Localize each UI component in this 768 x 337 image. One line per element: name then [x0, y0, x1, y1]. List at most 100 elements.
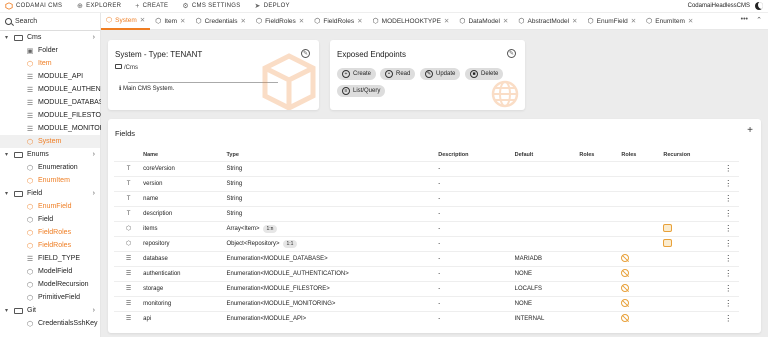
recursion-icon[interactable] — [663, 238, 673, 247]
chevron-right-icon[interactable]: › — [93, 190, 95, 197]
more-icon[interactable]: ••• — [741, 16, 748, 23]
row-menu-icon[interactable]: ⋮ — [717, 220, 739, 236]
edit-endpoints-icon[interactable]: ✎ — [507, 49, 516, 58]
text-type-icon: T — [114, 205, 144, 221]
tree-item[interactable]: ⬡ System — [0, 135, 100, 148]
tree-item[interactable]: ☰ MODULE_DATABASE — [0, 96, 108, 109]
row-menu-icon[interactable]: ⋮ — [717, 190, 739, 206]
close-icon[interactable]: ✕ — [299, 17, 304, 25]
caret-down-icon[interactable]: ▾ — [5, 34, 8, 41]
tab-enumitem[interactable]: ⬡ EnumItem ✕ — [641, 13, 698, 30]
tree-item[interactable]: ⬡ FieldRoles — [0, 226, 100, 239]
tree-folder[interactable]: ▾ Git › — [0, 304, 100, 317]
field-default — [514, 160, 580, 176]
explorer-icon: ⊕ — [77, 3, 84, 10]
tree-item[interactable]: ⬡ PrimitiveField — [0, 291, 100, 304]
close-icon[interactable]: ✕ — [180, 17, 185, 25]
model-icon: ⬡ — [255, 18, 263, 25]
tab-modelhooktype[interactable]: ⬡ MODELHOOKTYPE ✕ — [368, 13, 455, 30]
row-menu-icon[interactable]: ⋮ — [717, 205, 739, 221]
tab-fieldroles[interactable]: ⬡ FieldRoles ✕ — [309, 13, 367, 30]
close-icon[interactable]: ✕ — [572, 17, 577, 25]
recursion-icon[interactable] — [663, 223, 673, 232]
tree-item[interactable]: ☰ MODULE_FILESTORE — [0, 109, 111, 122]
model-icon: ⬡ — [26, 216, 34, 224]
tree-item[interactable]: ☰ MODULE_MONITOR... — [0, 122, 111, 135]
close-icon[interactable]: ✕ — [357, 17, 362, 25]
user-name[interactable]: CodamaiHeadlessCMS — [688, 3, 750, 9]
eye-icon: • — [385, 70, 393, 78]
field-type: Enumeration<MODULE_DATABASE> — [226, 250, 439, 266]
roles-disabled-icon[interactable] — [621, 298, 630, 307]
caret-down-icon[interactable]: ▾ — [5, 190, 8, 197]
tab-item[interactable]: ⬡ Item ✕ — [150, 13, 190, 30]
add-field-button[interactable]: + — [747, 125, 753, 136]
tree-item[interactable]: ☰ MODULE_AUTHEN... — [0, 83, 107, 96]
field-type: Enumeration<MODULE_MONITORING> — [226, 295, 439, 311]
read-button[interactable]: • Read — [380, 68, 416, 80]
tree-item[interactable]: ⬡ ModelField — [0, 265, 100, 278]
update-button[interactable]: ✎ Update — [420, 68, 461, 80]
row-menu-icon[interactable]: ⋮ — [717, 250, 739, 266]
tree-item[interactable]: ☰ MODULE_API — [0, 70, 100, 83]
roles-disabled-icon[interactable] — [621, 268, 630, 277]
topnav-item[interactable]: ➤ DEPLOY — [255, 2, 290, 10]
row-menu-icon[interactable]: ⋮ — [717, 265, 739, 281]
chevron-right-icon[interactable]: › — [93, 34, 95, 41]
chevron-right-icon[interactable]: › — [93, 151, 95, 158]
delete-button[interactable]: ■ Delete — [465, 68, 504, 80]
tree-folder[interactable]: ▾ Field › — [0, 187, 100, 200]
caret-down-icon[interactable]: ▾ — [5, 151, 8, 158]
create-button[interactable]: + Create — [337, 68, 377, 80]
brand[interactable]: CODAMAI CMS — [0, 2, 75, 10]
caret-down-icon[interactable]: ▾ — [5, 307, 8, 314]
tree-item[interactable]: ⬡ EnumField — [0, 200, 100, 213]
row-menu-icon[interactable]: ⋮ — [717, 235, 739, 251]
dark-mode-icon[interactable] — [755, 2, 763, 10]
tree-item[interactable]: ⬡ EnumItem — [0, 174, 100, 187]
tab-credentials[interactable]: ⬡ Credentials ✕ — [190, 13, 250, 30]
roles-disabled-icon[interactable] — [621, 253, 630, 262]
close-icon[interactable]: ✕ — [140, 16, 145, 24]
row-menu-icon[interactable]: ⋮ — [717, 310, 739, 326]
row-menu-icon[interactable]: ⋮ — [717, 295, 739, 311]
row-menu-icon[interactable]: ⋮ — [717, 280, 739, 296]
tab-fieldroles[interactable]: ⬡ FieldRoles ✕ — [251, 13, 309, 30]
tab-enumfield[interactable]: ⬡ EnumField ✕ — [583, 13, 642, 30]
close-icon[interactable]: ✕ — [631, 17, 636, 25]
tree-item[interactable]: ⬡ Item — [0, 57, 100, 70]
tab-system[interactable]: ⬡ System ✕ — [101, 13, 151, 30]
tree-folder[interactable]: ▾ Enums › — [0, 148, 100, 161]
row-menu-icon[interactable]: ⋮ — [717, 175, 739, 191]
search-bar[interactable]: Search — [0, 13, 100, 31]
roles-disabled-icon[interactable] — [621, 313, 630, 322]
list-query-button[interactable]: ≡ List/Query — [337, 85, 386, 97]
tab-datamodel[interactable]: ⬡ DataModel ✕ — [454, 13, 513, 30]
model-icon: ⬡ — [155, 18, 162, 25]
close-icon[interactable]: ✕ — [503, 17, 508, 25]
column-header: Description — [438, 151, 469, 158]
close-icon[interactable]: ✕ — [241, 17, 246, 25]
tree-item[interactable]: ▣ Folder — [0, 44, 100, 57]
field-type: Enumeration<MODULE_AUTHENTICATION> — [226, 265, 439, 281]
model-title: System - Type: TENANT — [115, 50, 203, 59]
tree-item[interactable]: ⬡ Field — [0, 213, 100, 226]
tree-folder[interactable]: ▾ Cms › — [0, 31, 100, 44]
tree-item[interactable]: ⬡ CredentialsSshKey — [0, 317, 100, 330]
close-icon[interactable]: ✕ — [688, 17, 693, 25]
tree-item[interactable]: ☰ FIELD_TYPE — [0, 252, 100, 265]
tab-label: MODELHOOKTYPE — [381, 17, 441, 25]
tab-abstractmodel[interactable]: ⬡ AbstractModel ✕ — [513, 13, 582, 30]
collapse-icon[interactable]: ⌃ — [756, 16, 762, 24]
chevron-right-icon[interactable]: › — [93, 307, 95, 314]
close-icon[interactable]: ✕ — [444, 17, 449, 25]
topnav-item[interactable]: + CREATE — [135, 2, 168, 10]
tree-item[interactable]: ⬡ FieldRoles — [0, 239, 100, 252]
topnav-item[interactable]: ⚙ CMS SETTINGS — [182, 2, 240, 10]
tree-item[interactable]: ⬡ Enumeration — [0, 161, 100, 174]
roles-disabled-icon[interactable] — [621, 283, 630, 292]
roles-cell — [579, 235, 622, 251]
tree-item[interactable]: ⬡ ModelRecursion — [0, 278, 100, 291]
topnav-item[interactable]: ⊕ EXPLORER — [77, 2, 121, 10]
row-menu-icon[interactable]: ⋮ — [717, 160, 739, 176]
